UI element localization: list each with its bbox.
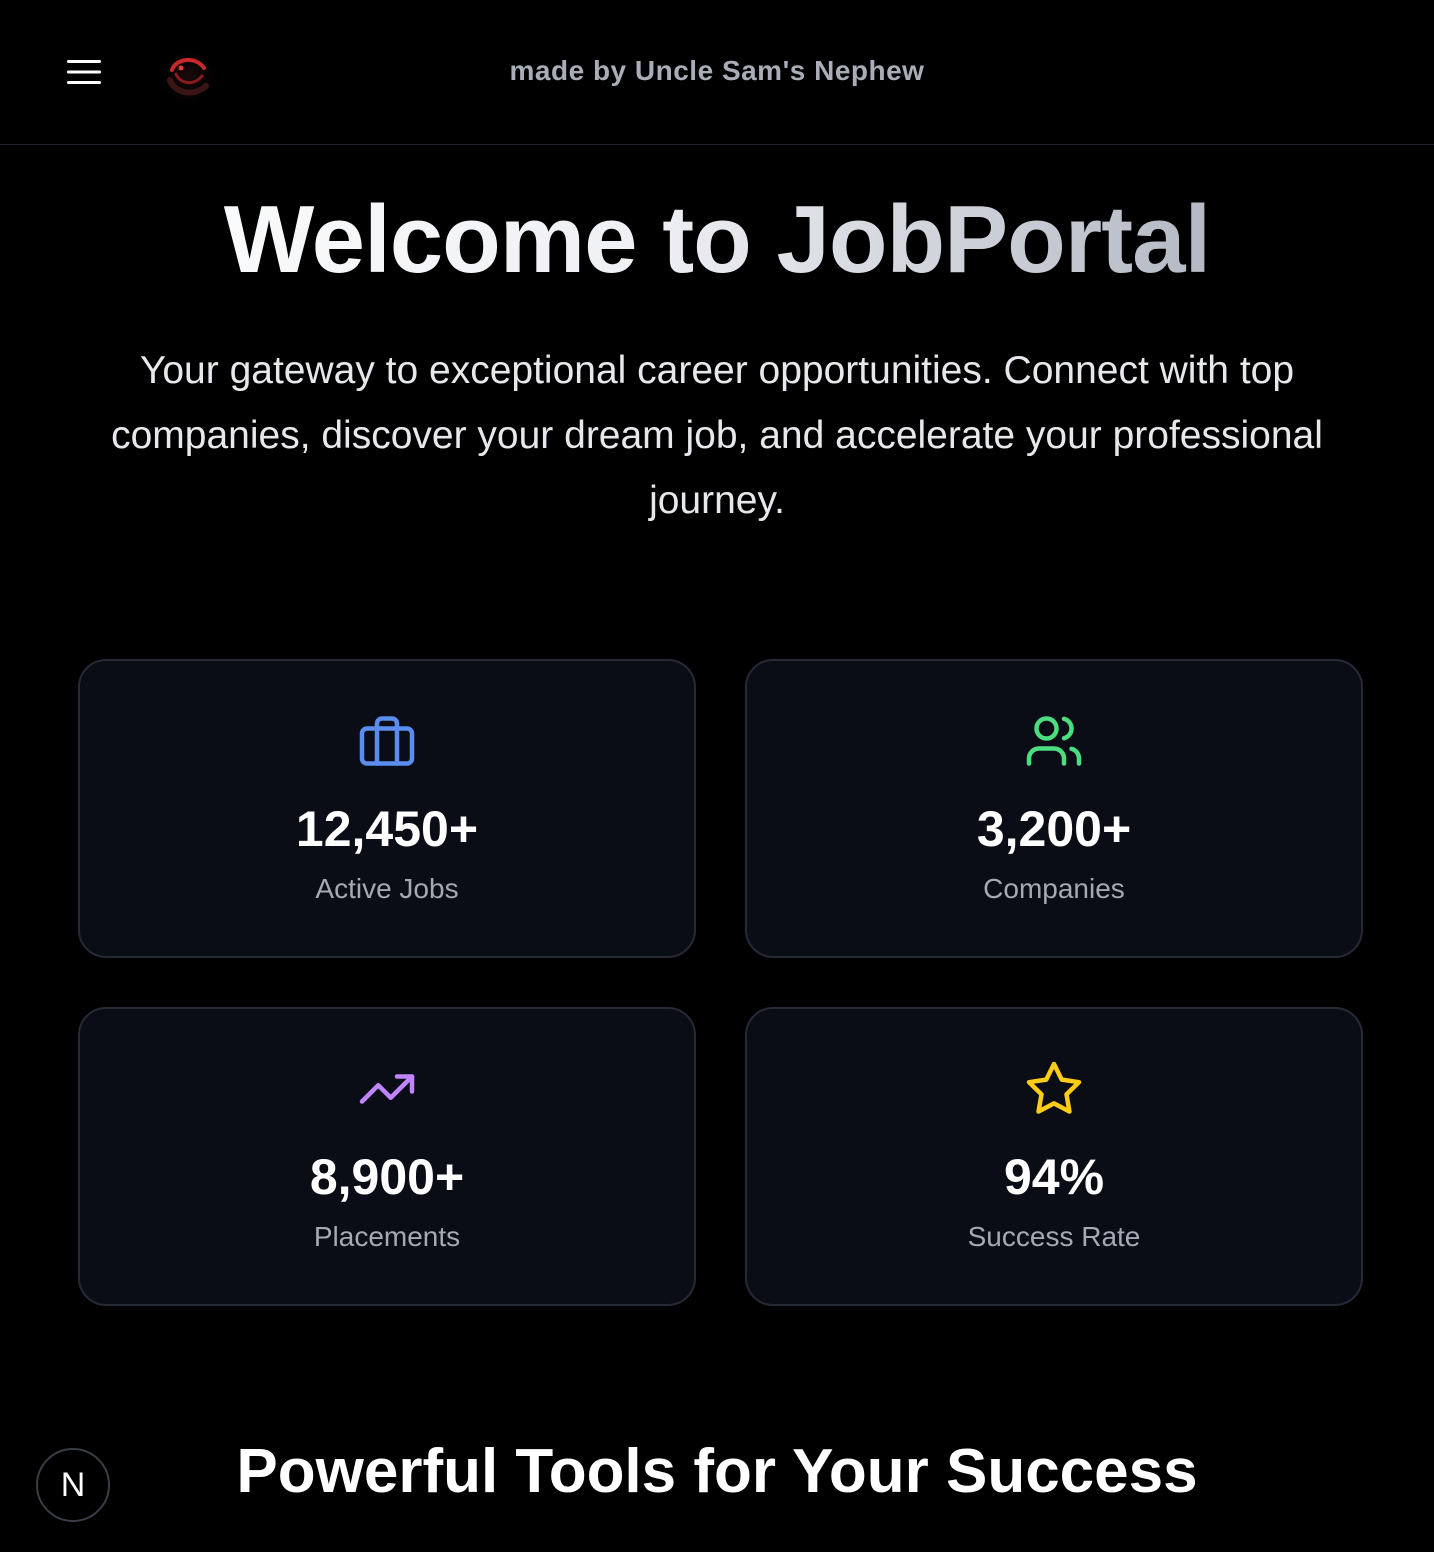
stat-label: Success Rate	[967, 1221, 1141, 1252]
trending-up-icon	[359, 1074, 415, 1104]
star-icon	[1026, 1061, 1082, 1114]
briefcase-icon	[359, 716, 415, 766]
hero-subtitle: Your gateway to exceptional career oppor…	[111, 349, 1323, 522]
stat-value: 94%	[1003, 1149, 1105, 1205]
author-credit: made by Uncle Sam's Nephew	[509, 55, 925, 86]
stat-label: Placements	[313, 1221, 461, 1252]
stat-label: Companies	[983, 873, 1125, 904]
features-section-title: Powerful Tools for Your Success	[236, 1437, 1198, 1506]
top-header: made by Uncle Sam's Nephew	[0, 0, 1434, 145]
stat-card-success-rate: 94% Success Rate	[745, 1007, 1363, 1306]
n-logo-icon: N	[60, 1465, 86, 1504]
users-icon	[1026, 716, 1082, 766]
stat-value: 12,450+	[295, 801, 479, 857]
stat-card-companies: 3,200+ Companies	[745, 659, 1363, 958]
stat-value: 8,900+	[309, 1149, 465, 1205]
hero-title: Welcome to JobPortal	[0, 180, 1434, 300]
dev-tools-badge[interactable]: N	[36, 1448, 110, 1522]
stat-label: Active Jobs	[315, 873, 459, 904]
stat-card-placements: 8,900+ Placements	[78, 1007, 696, 1306]
page: made by Uncle Sam's Nephew Welcome to Jo…	[0, 0, 1434, 1552]
stat-value: 3,200+	[976, 801, 1132, 857]
stat-card-active-jobs: 12,450+ Active Jobs	[78, 659, 696, 958]
